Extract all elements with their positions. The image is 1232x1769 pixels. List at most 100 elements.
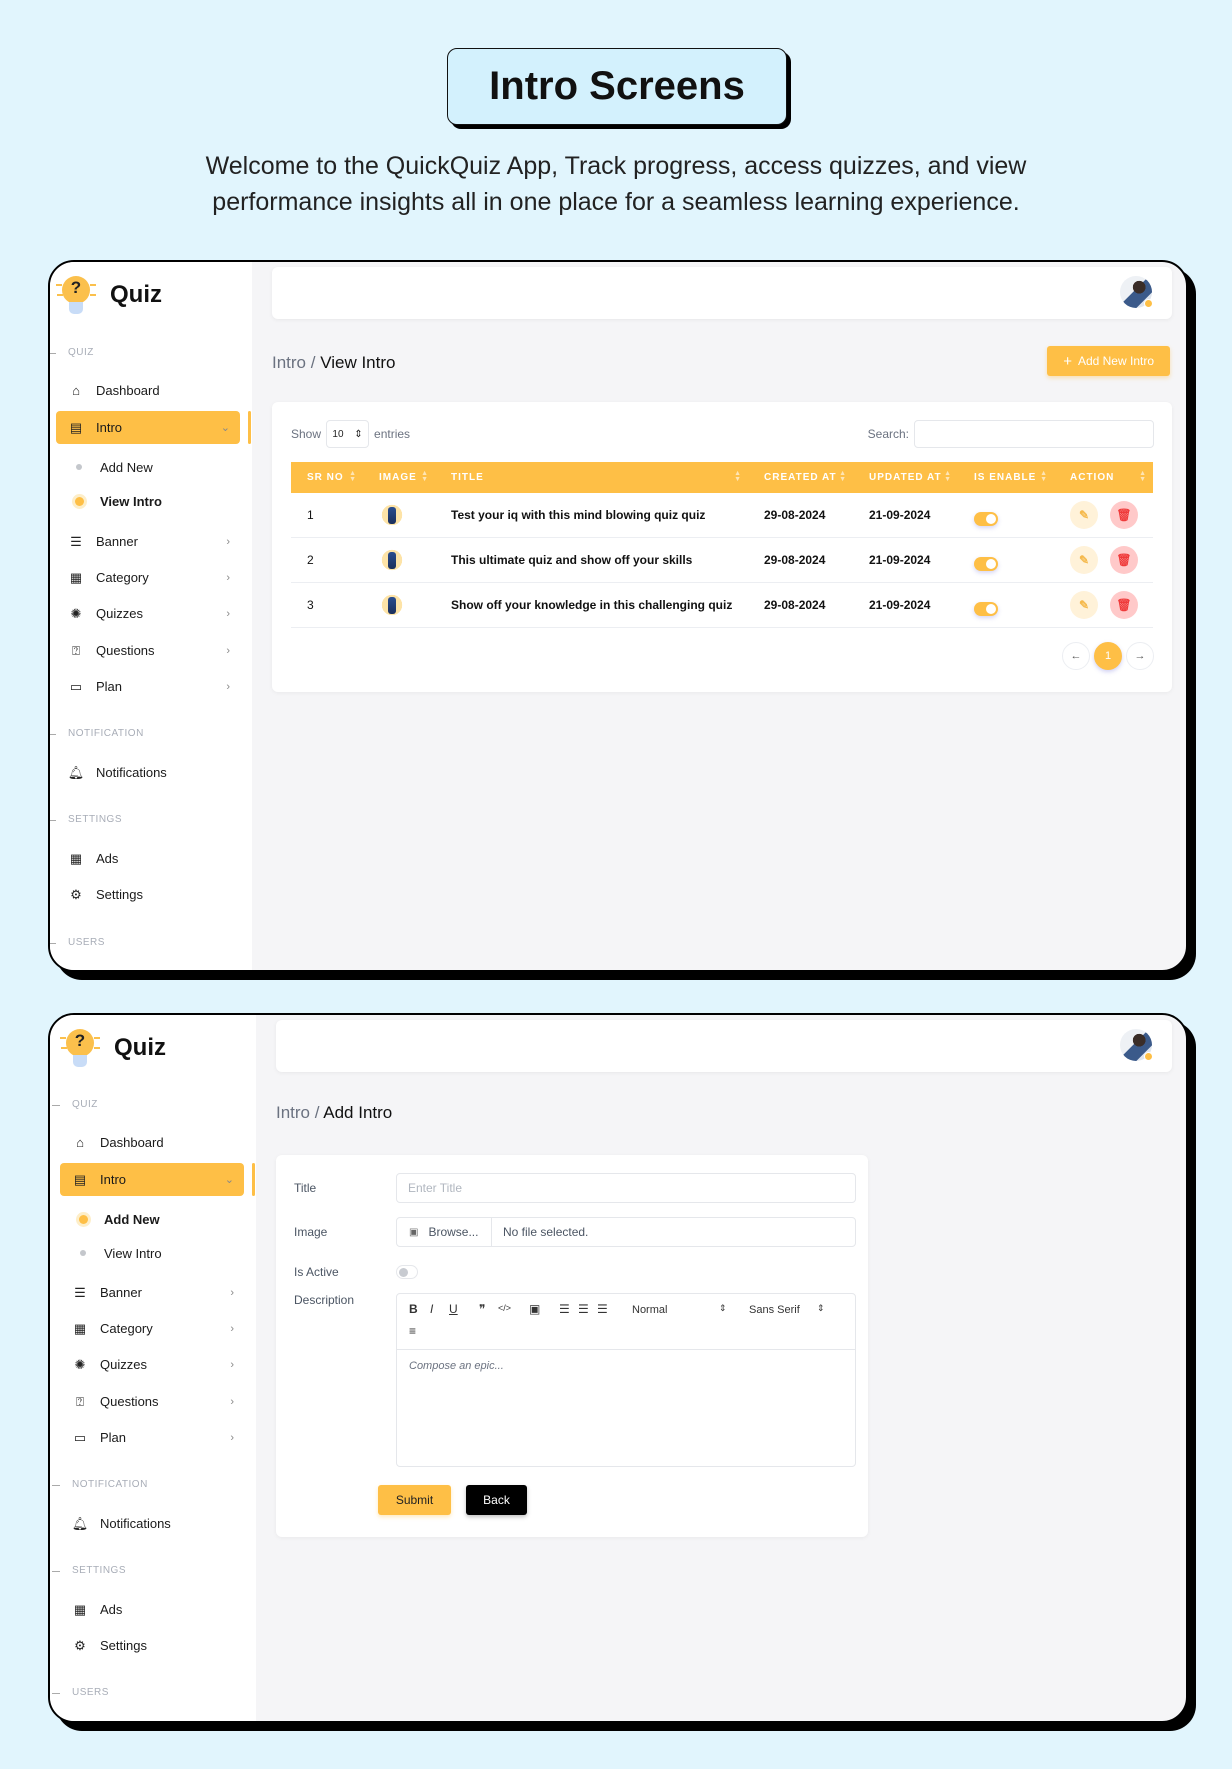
column-header-title[interactable]: TITLE ▲ ▼ [435, 462, 748, 493]
sidebar-item-dashboard[interactable]: ⌂ Dashboard [60, 1126, 244, 1159]
sidebar-item-label: Notifications [96, 765, 167, 780]
sidebar-item-label: Banner [96, 534, 138, 549]
delete-button[interactable]: 🗑︎ [1110, 501, 1138, 529]
sidebar-subitem-add-new[interactable]: Add New [60, 1207, 244, 1231]
cell-created-at: 29-08-2024 [764, 508, 826, 522]
code-button[interactable]: </> [498, 1303, 511, 1313]
sidebar-item-dashboard[interactable]: ⌂ Dashboard [56, 374, 240, 407]
idea-icon: ✺ [70, 605, 82, 621]
sidebar-item-label: View Intro [100, 493, 162, 509]
section-label-quiz: QUIZ [52, 1099, 98, 1110]
blockquote-button[interactable]: ❞ [479, 1302, 485, 1316]
column-label: ACTION [1070, 472, 1115, 483]
sidebar-item-label: Dashboard [96, 383, 160, 398]
ordered-list-button[interactable]: ☰ [559, 1302, 570, 1316]
image-file-input[interactable]: ▣ Browse... No file selected. [396, 1217, 856, 1247]
sidebar-item-intro[interactable]: ▤ Intro ⌄ [60, 1163, 244, 1196]
sidebar-subitem-add-new[interactable]: Add New [56, 455, 240, 479]
sidebar-item-settings[interactable]: ⚙ Settings [56, 878, 240, 911]
column-header-updated-at[interactable]: UPDATED AT ▲ ▼ [853, 462, 958, 493]
add-new-intro-label: Add New Intro [1077, 354, 1154, 368]
grid-icon: ▦ [73, 1601, 87, 1617]
font-select[interactable]: Sans Serif [749, 1304, 800, 1316]
insert-image-button[interactable]: ▣ [529, 1302, 540, 1316]
is-active-toggle[interactable] [396, 1265, 418, 1279]
intro-table-card: Show 10 ⇕ entries Search: SR NO ▲ ▼ IMAGE ▲ ▼… [272, 402, 1172, 692]
entries-select[interactable]: 10 ⇕ [326, 420, 370, 448]
sidebar-item-ads[interactable]: ▦ Ads [60, 1593, 244, 1626]
sidebar-item-notifications[interactable]: 🔔︎ Notifications [60, 1507, 244, 1540]
app-logo[interactable]: ? Quiz [56, 274, 162, 316]
sidebar-item-notifications[interactable]: 🔔︎ Notifications [56, 756, 240, 789]
edit-button[interactable]: ✎ [1070, 591, 1098, 619]
sidebar-item-label: Intro [100, 1172, 127, 1187]
edit-button[interactable]: ✎ [1070, 501, 1098, 529]
cell-created-at: 29-08-2024 [764, 553, 826, 567]
status-dot [1144, 1052, 1153, 1061]
entries-control: Show 10 ⇕ entries [291, 420, 410, 448]
back-button[interactable]: Back [466, 1485, 527, 1515]
breadcrumb-parent[interactable]: Intro / [272, 353, 320, 372]
image-label: Image [294, 1225, 328, 1239]
title-input[interactable]: Enter Title [396, 1173, 856, 1203]
check-list-button[interactable]: ☰ [597, 1302, 608, 1316]
page-1-button[interactable]: 1 [1094, 642, 1122, 670]
italic-button[interactable]: I [430, 1302, 433, 1316]
app-logo[interactable]: ? Quiz [60, 1027, 166, 1069]
enable-toggle[interactable] [974, 557, 998, 571]
sidebar-item-label: View Intro [104, 1245, 162, 1261]
breadcrumb: Intro / Add Intro [276, 1103, 392, 1123]
search-input[interactable] [914, 420, 1154, 448]
enable-toggle[interactable] [974, 602, 998, 616]
previous-page-button[interactable]: ← [1062, 642, 1090, 670]
sidebar-item-quizzes[interactable]: ✺ Quizzes › [56, 597, 240, 630]
column-header-action[interactable]: ACTION ▲ ▼ [1054, 462, 1153, 493]
brand-name: Quiz [114, 1034, 166, 1061]
edit-button[interactable]: ✎ [1070, 546, 1098, 574]
sidebar-item-category[interactable]: ▦ Category › [60, 1312, 244, 1345]
bold-button[interactable]: B [409, 1302, 418, 1316]
sidebar-item-plan[interactable]: ▭ Plan › [60, 1421, 244, 1454]
column-header-created-at[interactable]: CREATED AT ▲ ▼ [748, 462, 853, 493]
delete-button[interactable]: 🗑︎ [1110, 591, 1138, 619]
column-header-sr-no[interactable]: SR NO ▲ ▼ [291, 462, 363, 493]
enable-toggle[interactable] [974, 512, 998, 526]
user-avatar[interactable] [1120, 1029, 1153, 1061]
calendar-icon: ▭ [73, 1429, 87, 1445]
editor-content[interactable]: Compose an epic... [397, 1350, 855, 1382]
sidebar-item-plan[interactable]: ▭ Plan › [56, 670, 240, 703]
browse-button[interactable]: ▣ Browse... [397, 1218, 492, 1246]
heading-select[interactable]: Normal [632, 1304, 667, 1316]
delete-button[interactable]: 🗑︎ [1110, 546, 1138, 574]
align-button[interactable]: ≡ [409, 1324, 416, 1338]
cell-action: ✎ 🗑︎ [1054, 546, 1153, 574]
user-avatar[interactable] [1120, 276, 1153, 308]
bell-icon: 🔔︎ [67, 764, 85, 780]
column-header-image[interactable]: IMAGE ▲ ▼ [363, 462, 435, 493]
breadcrumb-parent[interactable]: Intro / [276, 1103, 323, 1122]
sidebar-item-questions[interactable]: ⍰ Questions › [60, 1385, 244, 1418]
cell-title: Show off your knowledge in this challeng… [451, 598, 733, 612]
bullet-icon [76, 464, 82, 470]
submit-button[interactable]: Submit [378, 1485, 451, 1515]
sidebar-subitem-view-intro[interactable]: View Intro [60, 1241, 244, 1265]
sidebar-item-intro[interactable]: ▤ Intro ⌄ [56, 411, 240, 444]
bullet-list-button[interactable]: ☰ [578, 1302, 589, 1316]
sidebar-item-category[interactable]: ▦ Category › [56, 561, 240, 594]
sidebar-item-quizzes[interactable]: ✺ Quizzes › [60, 1348, 244, 1381]
sidebar-item-settings[interactable]: ⚙ Settings [60, 1629, 244, 1662]
sidebar-item-questions[interactable]: ⍰ Questions › [56, 634, 240, 667]
sidebar-item-ads[interactable]: ▦ Ads [56, 842, 240, 875]
sidebar: ? Quiz QUIZ ⌂ Dashboard ▤ Intro ⌄ Add New V… [50, 1015, 256, 1721]
underline-button[interactable]: U [449, 1302, 458, 1316]
trash-icon: 🗑︎ [1116, 553, 1132, 567]
sidebar-item-label: Settings [96, 887, 143, 902]
column-header-is-enable[interactable]: IS ENABLE ▲ ▼ [958, 462, 1054, 493]
section-label-settings: SETTINGS [50, 814, 123, 825]
sidebar-subitem-view-intro[interactable]: View Intro [56, 489, 240, 513]
sidebar-item-banner[interactable]: ☰ Banner › [60, 1276, 244, 1309]
next-page-button[interactable]: → [1126, 642, 1154, 670]
sidebar-item-label: Intro [96, 420, 123, 435]
add-new-intro-button[interactable]: + Add New Intro [1047, 346, 1170, 376]
sidebar-item-banner[interactable]: ☰ Banner › [56, 525, 240, 558]
